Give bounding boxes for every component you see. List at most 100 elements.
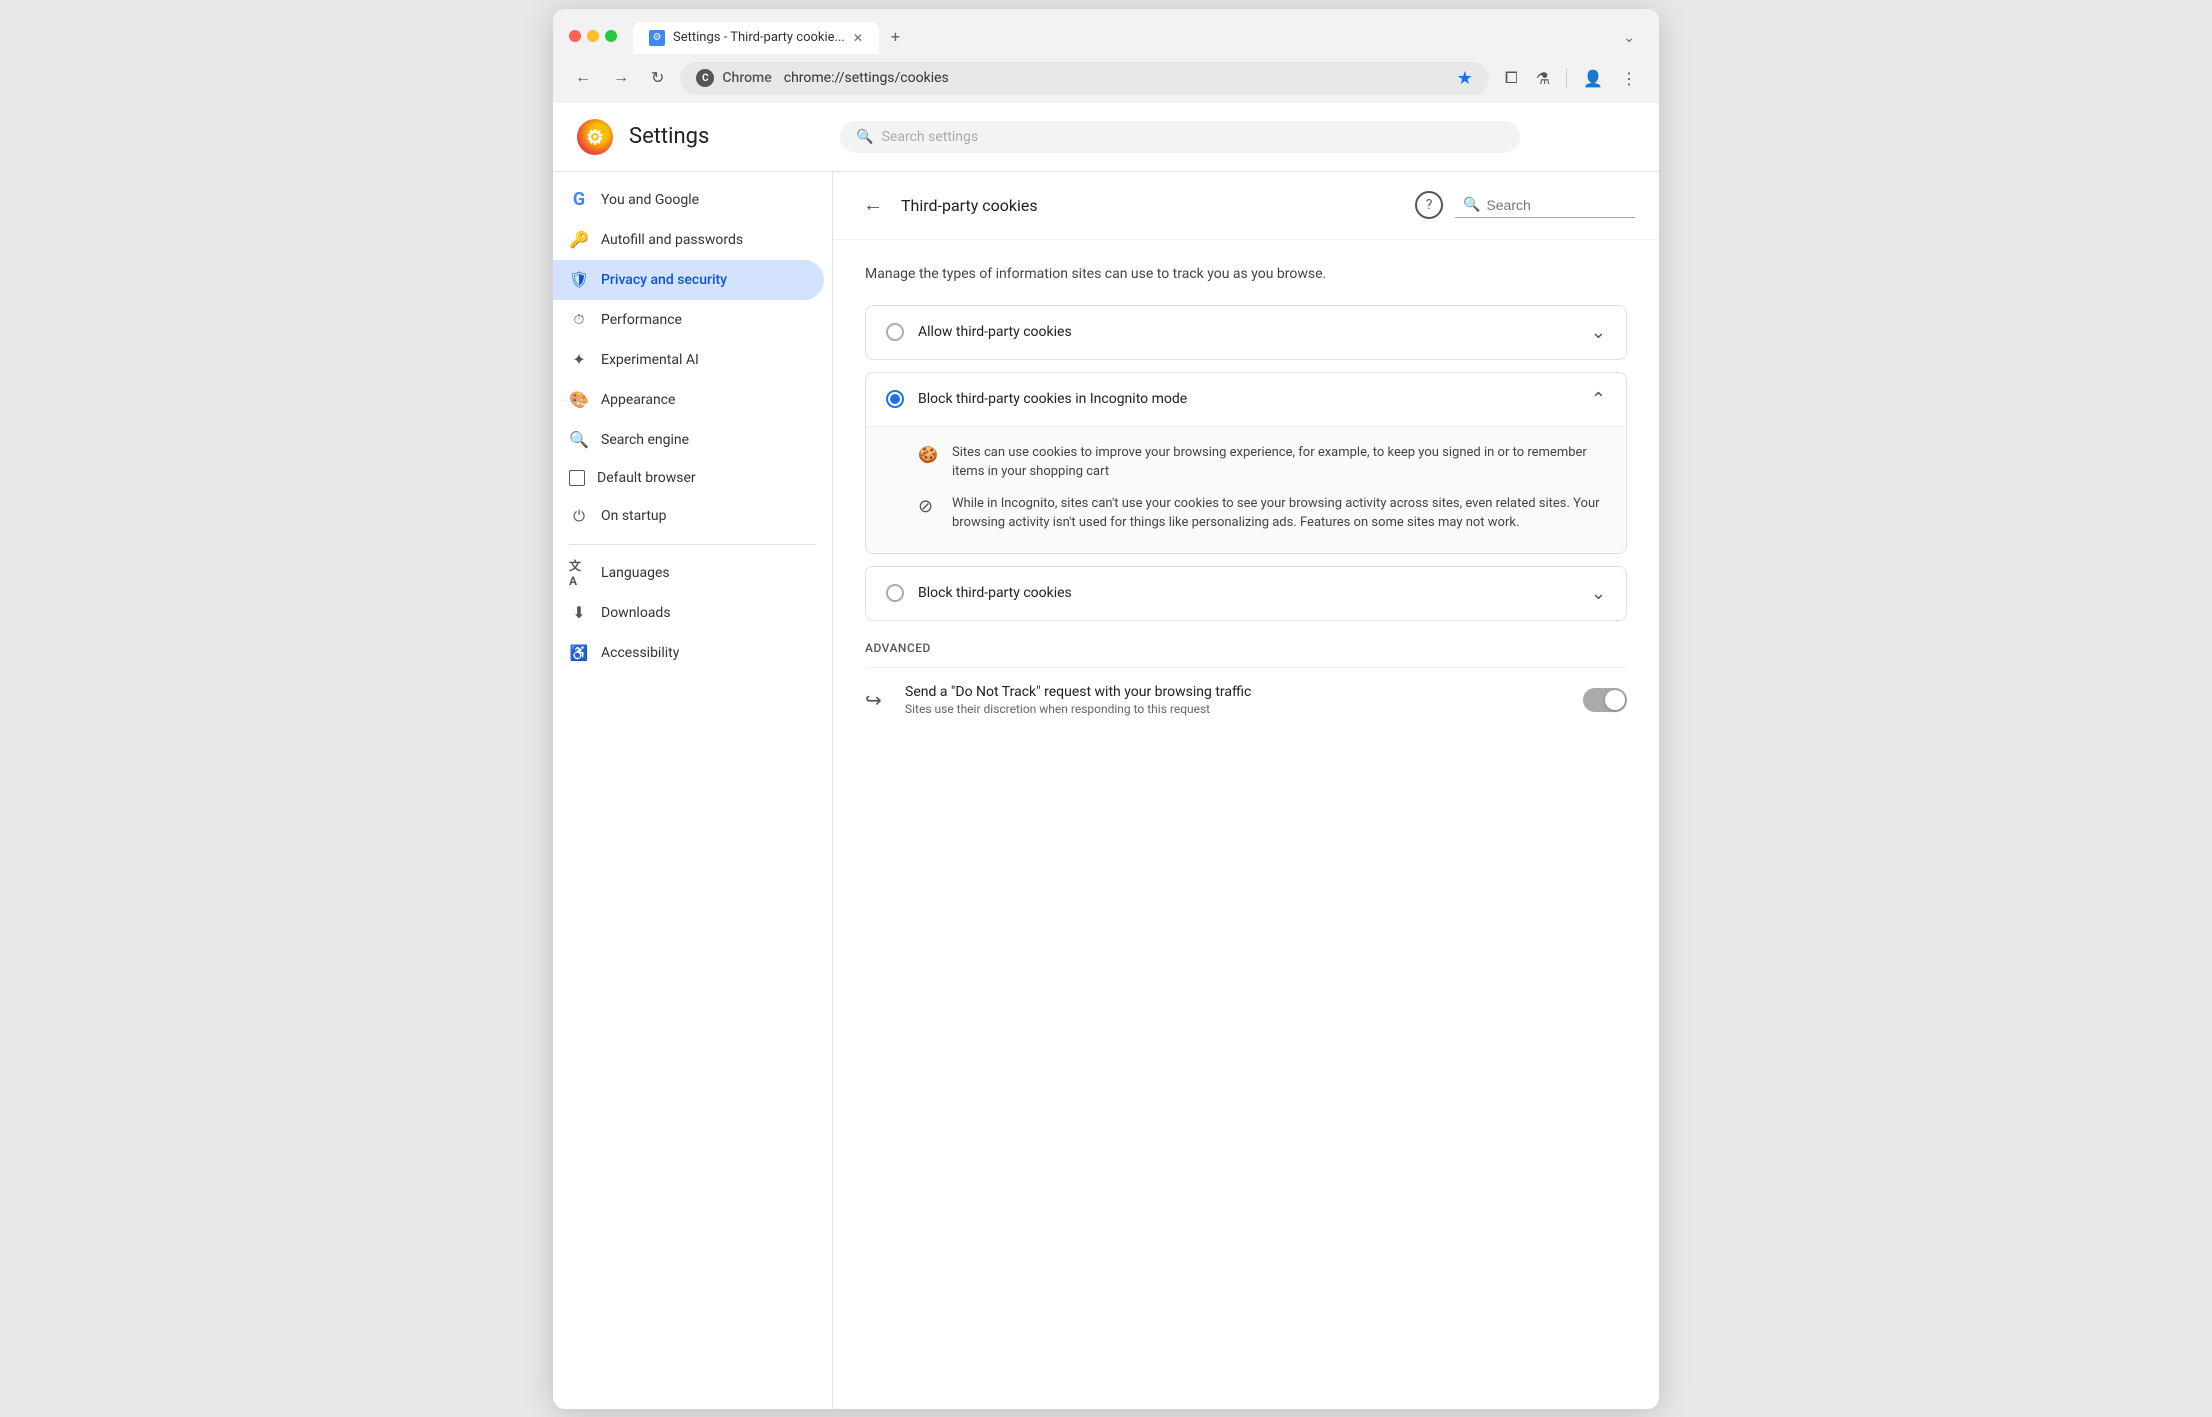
sidebar-item-languages[interactable]: 文A Languages [553, 553, 824, 593]
cookie-icon: 🍪 [918, 445, 940, 467]
advanced-section-label: Advanced [865, 641, 1627, 655]
new-tab-button[interactable]: + [879, 19, 912, 54]
do-not-track-icon: ↪ [865, 688, 889, 712]
address-bar: ← → ↻ C Chrome chrome://settings/cookies… [553, 54, 1659, 103]
menu-icon[interactable]: ⋮ [1615, 63, 1643, 94]
sidebar-item-label: Search engine [601, 432, 689, 448]
intro-text: Manage the types of information sites ca… [865, 264, 1627, 285]
settings-main: G You and Google 🔑 Autofill and password… [553, 172, 1659, 1409]
sidebar-item-label: Performance [601, 312, 682, 328]
title-bar: ⚙ Settings - Third-party cookie... ✕ + ⌄ [553, 9, 1659, 54]
option-block-incognito-body: 🍪 Sites can use cookies to improve your … [866, 426, 1626, 553]
advanced-do-not-track: ↪ Send a "Do Not Track" request with you… [865, 667, 1627, 732]
sidebar-item-you-and-google[interactable]: G You and Google [553, 180, 824, 220]
toggle-knob [1605, 690, 1625, 710]
chevron-down-icon: ⌄ [1591, 583, 1606, 604]
extensions-icon[interactable]: ⧠ [1499, 62, 1524, 94]
settings-logo: ⚙ [577, 119, 613, 155]
settings-title: Settings [629, 124, 709, 149]
sidebar-item-search-engine[interactable]: 🔍 Search engine [553, 420, 824, 460]
sidebar-item-label: Accessibility [601, 645, 679, 661]
option-allow-radio[interactable] [886, 323, 904, 341]
search-icon: 🔍 [856, 129, 873, 145]
search-settings-bar[interactable]: 🔍 Search settings [840, 121, 1520, 153]
sidebar-item-label: Autofill and passwords [601, 232, 743, 248]
sidebar-item-autofill[interactable]: 🔑 Autofill and passwords [553, 220, 824, 260]
content-area: ← Third-party cookies ? 🔍 Manage the typ… [833, 172, 1659, 1409]
option-allow-label: Allow third-party cookies [918, 324, 1577, 340]
tab-title: Settings - Third-party cookie... [673, 30, 845, 45]
sidebar-item-label: Default browser [597, 470, 696, 486]
profile-icon[interactable]: 👤 [1577, 63, 1609, 94]
option-block-all-radio[interactable] [886, 584, 904, 602]
page-title: Third-party cookies [901, 196, 1403, 215]
sidebar-item-downloads[interactable]: ⬇ Downloads [553, 593, 824, 633]
back-nav-button[interactable]: ← [569, 65, 597, 91]
settings-body: ⚙ Settings 🔍 Search settings G You and G… [553, 103, 1659, 1409]
toolbar-icons: ⧠ ⚗ 👤 ⋮ [1499, 62, 1643, 94]
tab-favicon: ⚙ [649, 30, 665, 46]
option-block-incognito-card: Block third-party cookies in Incognito m… [865, 372, 1627, 554]
url-text: chrome://settings/cookies [784, 70, 1449, 86]
body-item-incognito-text: While in Incognito, sites can't use your… [952, 494, 1606, 533]
lab-icon[interactable]: ⚗ [1530, 63, 1556, 94]
close-button[interactable] [569, 30, 581, 42]
option-block-incognito-radio[interactable] [886, 390, 904, 408]
tab-menu-button[interactable]: ⌄ [1615, 22, 1643, 54]
advanced-item-text: Send a "Do Not Track" request with your … [905, 684, 1567, 716]
do-not-track-main-text: Send a "Do Not Track" request with your … [905, 684, 1567, 700]
sidebar-item-performance[interactable]: ⏱ Performance [553, 300, 824, 340]
sidebar-item-label: Languages [601, 565, 670, 581]
do-not-track-sub-text: Sites use their discretion when respondi… [905, 702, 1567, 716]
toolbar-divider [1566, 68, 1567, 88]
radio-selected-indicator [890, 394, 900, 404]
forward-nav-button[interactable]: → [607, 65, 635, 91]
back-button[interactable]: ← [857, 188, 889, 223]
minimize-button[interactable] [587, 30, 599, 42]
autofill-icon: 🔑 [569, 230, 589, 250]
performance-icon: ⏱ [569, 310, 589, 330]
active-tab[interactable]: ⚙ Settings - Third-party cookie... ✕ [633, 22, 879, 54]
sidebar-item-accessibility[interactable]: ♿ Accessibility [553, 633, 824, 673]
body-item-cookies: 🍪 Sites can use cookies to improve your … [918, 443, 1606, 482]
sidebar-item-experimental-ai[interactable]: ✦ Experimental AI [553, 340, 824, 380]
appearance-icon: 🎨 [569, 390, 589, 410]
accessibility-icon: ♿ [569, 643, 589, 663]
sidebar-item-label: You and Google [601, 192, 699, 208]
content-body: Manage the types of information sites ca… [833, 240, 1659, 756]
chevron-down-icon: ⌄ [1591, 322, 1606, 343]
option-allow-header[interactable]: Allow third-party cookies ⌄ [866, 306, 1626, 359]
browser-window: ⚙ Settings - Third-party cookie... ✕ + ⌄… [553, 9, 1659, 1409]
default-browser-icon [569, 470, 585, 486]
languages-icon: 文A [569, 563, 589, 583]
help-icon[interactable]: ? [1415, 191, 1443, 219]
sidebar-item-privacy[interactable]: 🛡 Privacy and security [553, 260, 824, 300]
tab-close-button[interactable]: ✕ [853, 31, 863, 45]
settings-header: ⚙ Settings 🔍 Search settings [553, 103, 1659, 172]
sidebar-item-label: Experimental AI [601, 352, 699, 368]
on-startup-icon: ⏻ [569, 506, 589, 526]
body-item-cookies-text: Sites can use cookies to improve your br… [952, 443, 1606, 482]
privacy-icon: 🛡 [569, 270, 589, 290]
option-block-incognito-header[interactable]: Block third-party cookies in Incognito m… [866, 373, 1626, 426]
sidebar: G You and Google 🔑 Autofill and password… [553, 172, 833, 1409]
maximize-button[interactable] [605, 30, 617, 42]
sidebar-item-appearance[interactable]: 🎨 Appearance [553, 380, 824, 420]
content-search-icon: 🔍 [1463, 197, 1480, 213]
search-engine-icon: 🔍 [569, 430, 589, 450]
sidebar-item-on-startup[interactable]: ⏻ On startup [553, 496, 824, 536]
do-not-track-toggle[interactable] [1583, 688, 1627, 712]
downloads-icon: ⬇ [569, 603, 589, 623]
bookmark-star-icon[interactable]: ★ [1457, 68, 1473, 89]
chrome-label: Chrome [722, 70, 771, 86]
sidebar-item-default-browser[interactable]: Default browser [553, 460, 824, 496]
url-bar[interactable]: C Chrome chrome://settings/cookies ★ [680, 62, 1489, 95]
content-search-input[interactable] [1486, 197, 1626, 213]
sidebar-item-label: Privacy and security [601, 272, 727, 288]
option-allow-card: Allow third-party cookies ⌄ [865, 305, 1627, 360]
traffic-lights [569, 30, 617, 42]
option-block-all-header[interactable]: Block third-party cookies ⌄ [866, 567, 1626, 620]
content-search-bar[interactable]: 🔍 [1455, 193, 1635, 218]
reload-button[interactable]: ↻ [645, 64, 670, 92]
body-item-incognito: ⊘ While in Incognito, sites can't use yo… [918, 494, 1606, 533]
